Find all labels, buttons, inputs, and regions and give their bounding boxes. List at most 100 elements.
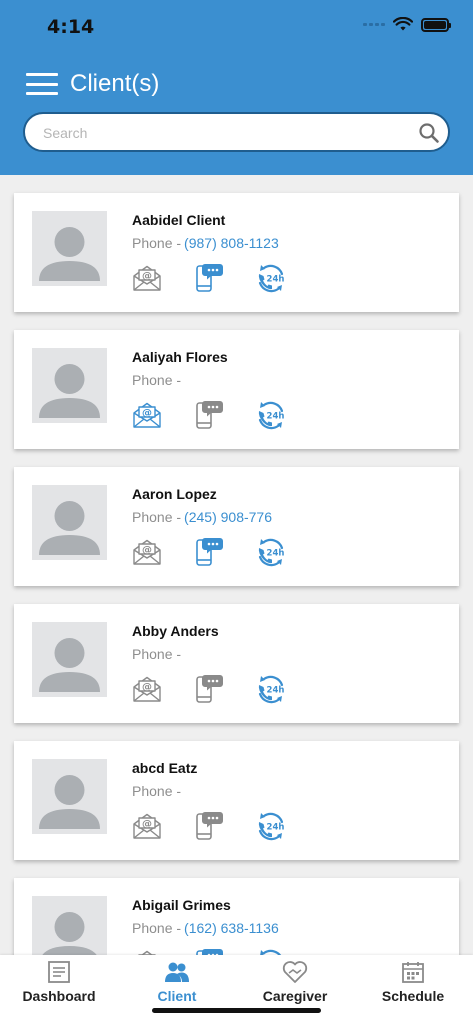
avatar-placeholder-icon xyxy=(39,501,100,555)
hamburger-menu-icon[interactable] xyxy=(26,73,58,95)
search-bar xyxy=(23,112,450,152)
client-avatar xyxy=(32,759,107,834)
phone-number-link[interactable]: (987) 808-1123 xyxy=(184,235,279,251)
avatar-placeholder-icon xyxy=(39,638,100,692)
phone-number-link[interactable]: (245) 908-776 xyxy=(184,509,272,525)
tab-schedule-label: Schedule xyxy=(381,988,445,1004)
availability-24h-button[interactable]: 24h xyxy=(256,537,286,567)
phone-label: Phone - xyxy=(132,783,182,799)
client-card[interactable]: Aabidel Client Phone -(987) 808-1123 @ xyxy=(14,193,459,312)
email-button[interactable]: @ xyxy=(132,400,162,430)
svg-text:@: @ xyxy=(142,271,152,282)
email-button[interactable]: @ xyxy=(132,948,162,955)
client-list[interactable]: Aabidel Client Phone -(987) 808-1123 @ xyxy=(0,175,473,955)
client-actions: @ xyxy=(132,400,318,430)
sms-button[interactable] xyxy=(194,537,224,567)
sms-button[interactable] xyxy=(194,263,224,293)
client-card[interactable]: abcd Eatz Phone - @ 24h xyxy=(14,741,459,860)
client-avatar xyxy=(32,485,107,560)
client-phone-row: Phone - (245) 908-776 xyxy=(132,509,272,525)
phone-24h-icon: 24h xyxy=(258,675,285,704)
client-phone-row: Phone - (987) 808-1123 xyxy=(132,235,279,251)
client-avatar xyxy=(32,622,107,697)
client-icon xyxy=(165,962,189,982)
svg-text:24h: 24h xyxy=(267,549,285,559)
phone-24h-icon: 24h xyxy=(258,812,285,841)
svg-text:24h: 24h xyxy=(267,412,285,422)
wifi-icon xyxy=(393,17,413,31)
client-name: Abby Anders xyxy=(132,623,219,639)
sms-button[interactable] xyxy=(194,811,224,841)
tab-client[interactable]: Client xyxy=(118,959,236,1007)
availability-24h-button[interactable]: 24h xyxy=(256,811,286,841)
availability-24h-button[interactable]: 24h xyxy=(256,674,286,704)
email-icon: @ xyxy=(133,539,161,565)
tab-dashboard[interactable]: Dashboard xyxy=(0,959,118,1007)
battery-icon xyxy=(421,17,451,32)
client-card[interactable]: Abigail Grimes Phone -(162) 638-1136 @ xyxy=(14,878,459,955)
avatar-placeholder-icon xyxy=(42,912,97,955)
avatar-placeholder-icon xyxy=(39,364,100,418)
email-button[interactable]: @ xyxy=(132,537,162,567)
avatar-placeholder-icon xyxy=(39,227,100,281)
availability-24h-button[interactable]: 24h xyxy=(256,948,286,955)
phone-label: Phone - xyxy=(132,509,182,525)
email-button[interactable]: @ xyxy=(132,263,162,293)
email-icon: @ xyxy=(133,402,161,428)
email-icon: @ xyxy=(133,813,161,839)
search-icon[interactable] xyxy=(418,122,440,144)
sms-button[interactable] xyxy=(194,674,224,704)
client-name: Aabidel Client xyxy=(132,212,226,228)
sms-icon xyxy=(196,401,223,429)
client-actions: @ xyxy=(132,263,318,293)
tab-schedule[interactable]: Schedule xyxy=(354,959,472,1007)
sms-icon xyxy=(196,264,223,292)
client-avatar xyxy=(32,896,107,955)
client-card[interactable]: Abby Anders Phone - @ 24h xyxy=(14,604,459,723)
phone-24h-icon: 24h xyxy=(258,264,284,293)
search-input[interactable] xyxy=(43,122,403,144)
svg-text:@: @ xyxy=(142,819,152,830)
client-card[interactable]: Aaron Lopez Phone - (245) 908-776 @ 24h xyxy=(14,467,459,586)
sms-icon xyxy=(196,812,223,840)
phone-label: Phone - xyxy=(132,920,182,936)
email-button[interactable]: @ xyxy=(132,674,162,704)
phone-label: Phone - xyxy=(132,372,182,388)
schedule-icon xyxy=(402,962,424,983)
client-actions: @ xyxy=(132,674,318,704)
svg-text:@: @ xyxy=(142,545,152,556)
signal-icon xyxy=(363,23,385,26)
svg-text:24h: 24h xyxy=(267,686,285,696)
client-phone-row: Phone - xyxy=(132,783,184,799)
tab-caregiver-label: Caregiver xyxy=(262,988,328,1004)
svg-text:24h: 24h xyxy=(267,823,285,833)
sms-button[interactable] xyxy=(194,400,224,430)
client-phone-row: Phone - xyxy=(132,372,184,388)
tab-dashboard-label: Dashboard xyxy=(22,988,96,1004)
page-title: Client(s) xyxy=(70,70,160,97)
sms-icon xyxy=(196,538,223,566)
status-time: 4:14 xyxy=(47,16,95,38)
client-actions: @ xyxy=(132,537,318,567)
sms-icon xyxy=(196,675,223,703)
availability-24h-button[interactable]: 24h xyxy=(256,263,286,293)
client-card[interactable]: Aaliyah Flores Phone - @ 24h xyxy=(14,330,459,449)
sms-button[interactable] xyxy=(194,948,224,955)
availability-24h-button[interactable]: 24h xyxy=(256,400,286,430)
phone-label: Phone - xyxy=(132,646,182,662)
svg-text:@: @ xyxy=(142,682,152,693)
phone-label: Phone - xyxy=(132,235,182,251)
tab-caregiver[interactable]: Caregiver xyxy=(236,959,354,1007)
phone-24h-icon: 24h xyxy=(258,401,285,430)
phone-number-link[interactable]: (162) 638-1136 xyxy=(184,920,279,936)
caregiver-icon xyxy=(282,961,308,983)
client-phone-row: Phone - (162) 638-1136 xyxy=(132,920,279,936)
dashboard-icon xyxy=(48,961,70,983)
client-avatar xyxy=(32,348,107,423)
email-button[interactable]: @ xyxy=(132,811,162,841)
client-avatar xyxy=(32,211,107,286)
phone-24h-icon: 24h xyxy=(258,538,285,567)
client-name: Aaron Lopez xyxy=(132,486,217,502)
sms-icon xyxy=(196,949,223,955)
svg-text:@: @ xyxy=(142,408,152,419)
